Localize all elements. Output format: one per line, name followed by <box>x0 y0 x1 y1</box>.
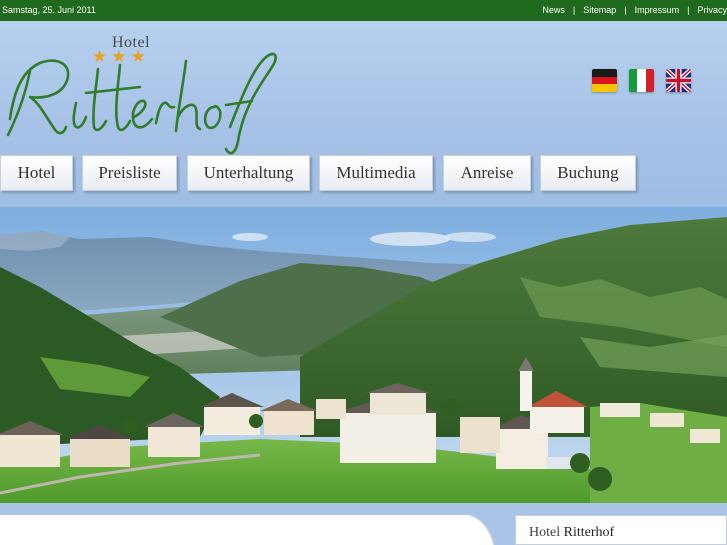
banner-photo <box>0 207 727 503</box>
german-flag-icon[interactable] <box>592 69 617 92</box>
logo-script-icon <box>6 52 277 155</box>
nav-buchung[interactable]: Buchung <box>540 155 636 191</box>
top-bar: Samstag, 25. Juni 2011 News | Sitemap | Impr… <box>0 0 727 21</box>
english-flag-icon[interactable] <box>666 69 691 92</box>
sidebar-title: Hotel Ritterhof <box>529 525 614 541</box>
nav-anreise[interactable]: Anreise <box>443 155 531 191</box>
nav-preisliste[interactable]: Preisliste <box>82 155 177 191</box>
nav-multimedia[interactable]: Multimedia <box>319 155 433 191</box>
sidebar-title-prefix: Hotel <box>529 525 561 540</box>
link-separator: | <box>572 5 576 15</box>
sidebar-title-name: Ritterhof <box>563 525 615 540</box>
nav-hotel[interactable]: Hotel <box>0 155 73 191</box>
italian-flag-icon[interactable] <box>629 69 654 92</box>
main-content-box <box>0 515 470 545</box>
current-date: Samstag, 25. Juni 2011 <box>2 5 96 15</box>
header: Hotel ★★★ Hotel Preisliste Unterhaltung … <box>0 21 727 207</box>
sitemap-link[interactable]: Sitemap <box>583 5 616 15</box>
page-curl-decoration <box>430 515 495 545</box>
news-link[interactable]: News <box>542 5 565 15</box>
privacy-link[interactable]: Privacy <box>697 5 727 15</box>
mountain-village-image <box>0 207 727 503</box>
link-separator: | <box>687 5 690 15</box>
impressum-link[interactable]: Impressum <box>635 5 680 15</box>
sidebar-box: Hotel Ritterhof <box>515 515 727 545</box>
nav-unterhaltung[interactable]: Unterhaltung <box>187 155 310 191</box>
hotel-logo[interactable]: Hotel ★★★ <box>0 31 290 156</box>
top-links: News | Sitemap | Impressum | Privacy <box>542 0 727 21</box>
link-separator: | <box>624 5 627 15</box>
